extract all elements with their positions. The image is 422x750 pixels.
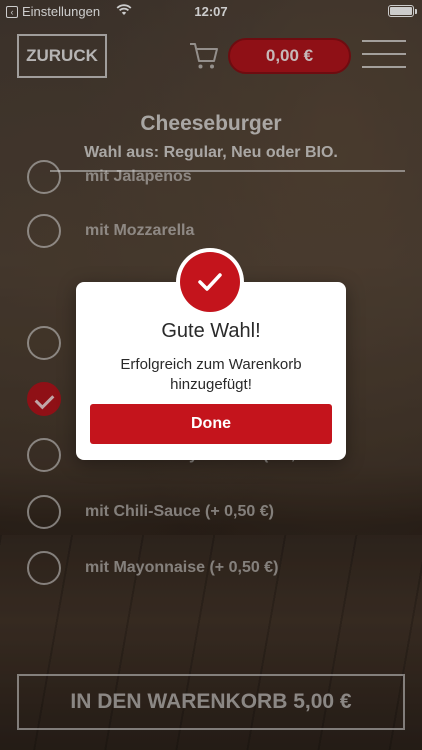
dialog-message: Erfolgreich zum Warenkorb hinzugefügt! <box>120 356 302 393</box>
done-button[interactable]: Done <box>90 404 332 444</box>
dialog-title: Gute Wahl! <box>161 320 261 342</box>
success-badge <box>176 248 244 316</box>
checkmark-icon <box>198 273 222 291</box>
